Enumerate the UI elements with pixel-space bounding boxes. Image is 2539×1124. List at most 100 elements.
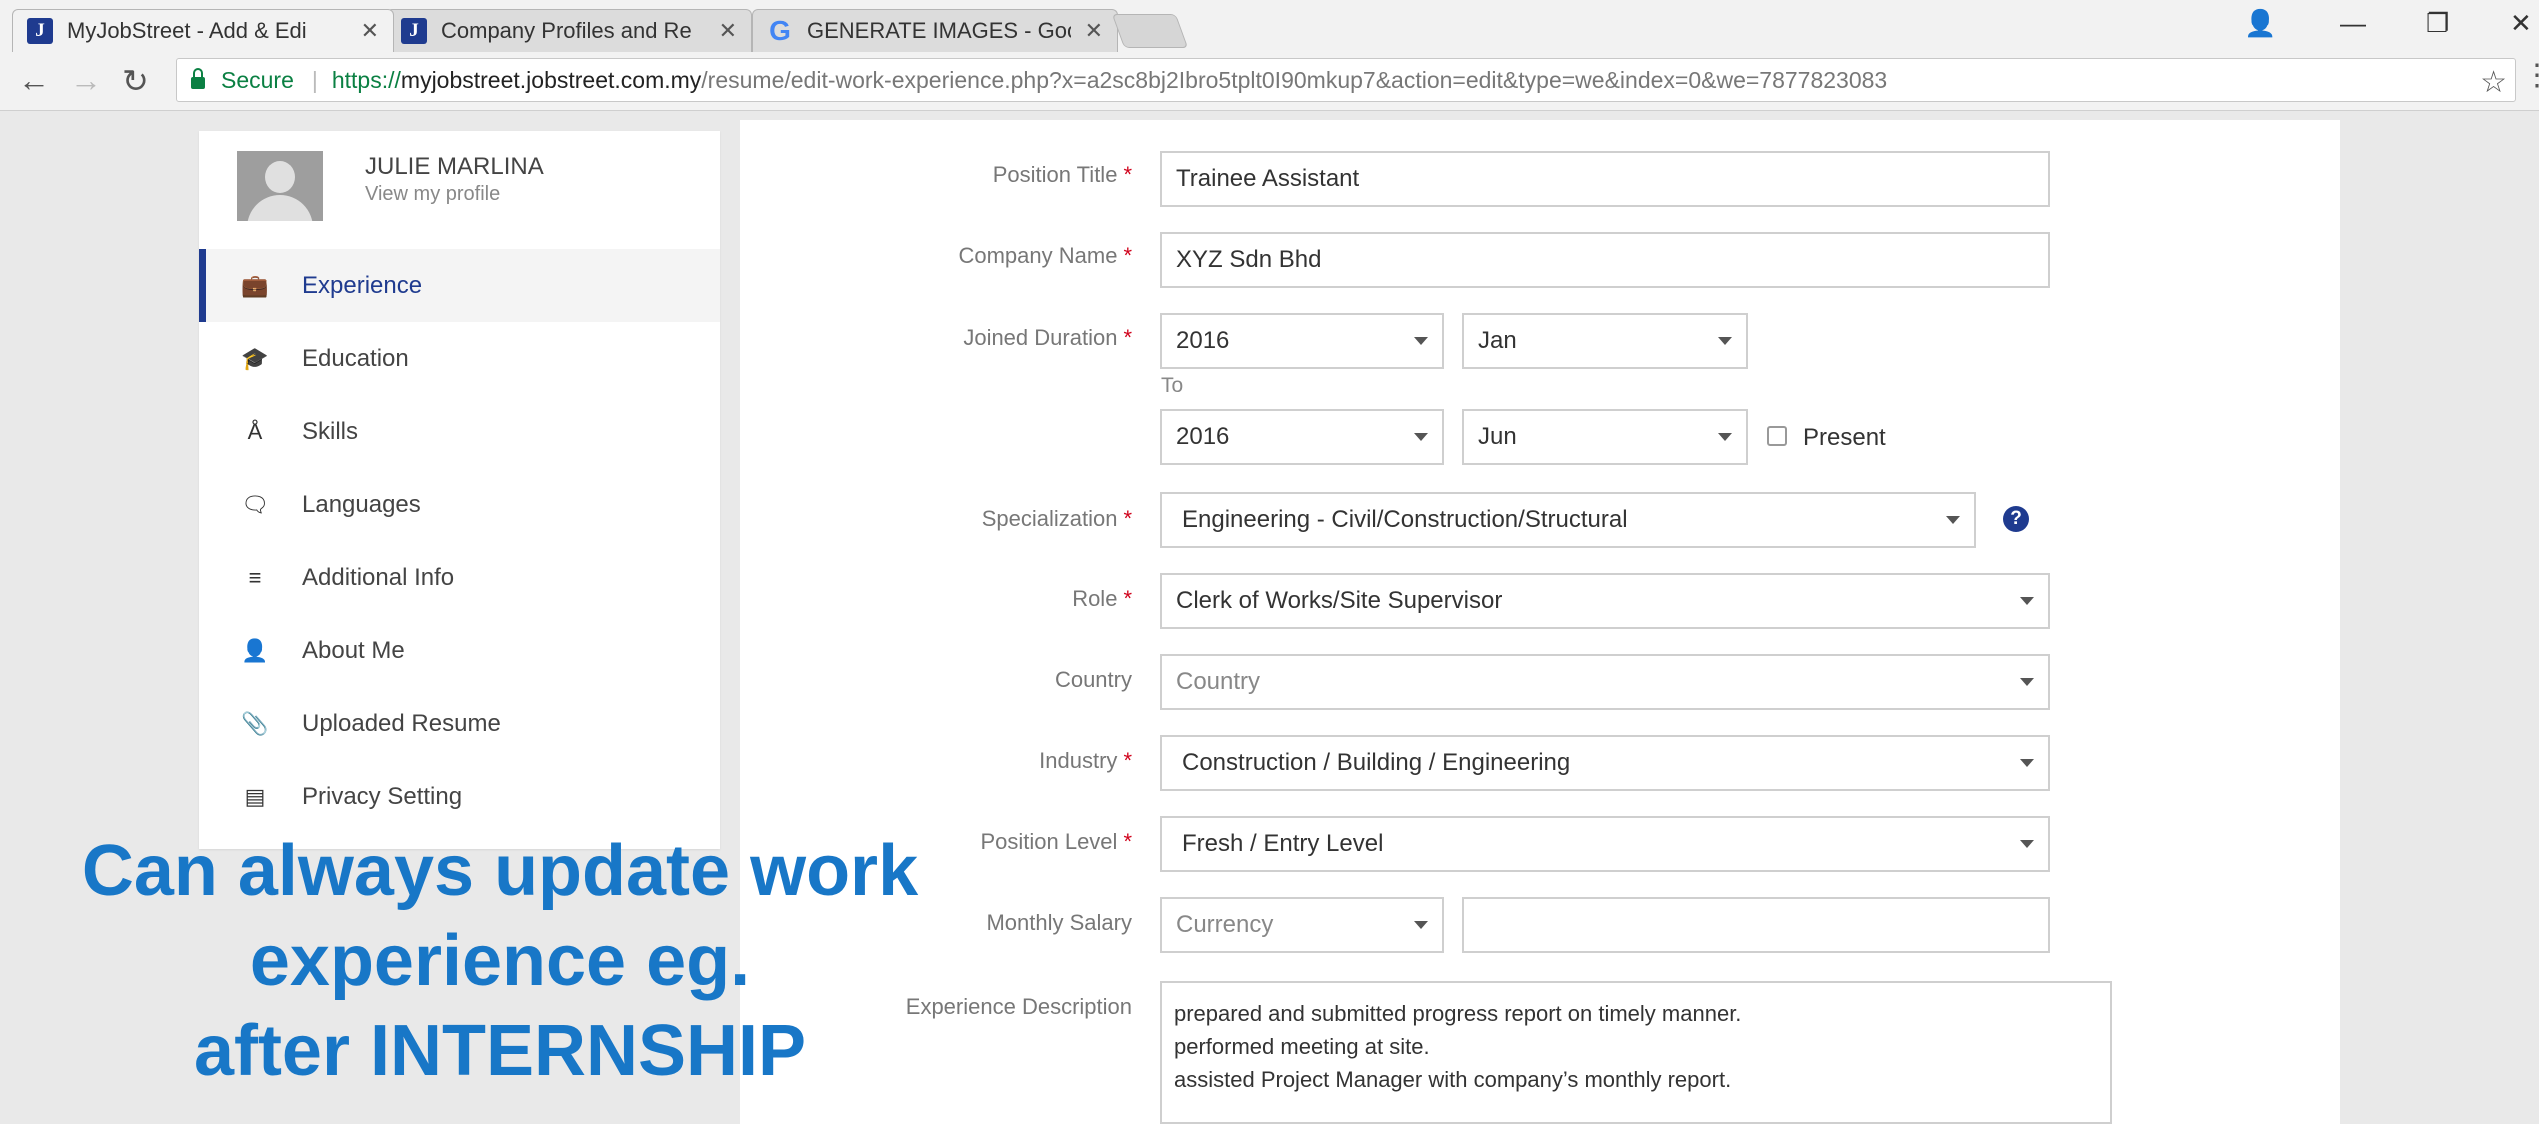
chat-bubbles-icon: 🗨 [241, 491, 269, 517]
annotation-caption: Can always update work experience eg. af… [0, 826, 1000, 1096]
reload-icon[interactable]: ↻ [122, 62, 149, 100]
description-line: prepared and submitted progress report o… [1174, 1001, 1742, 1026]
lock-icon [191, 68, 205, 89]
bookmark-star-icon[interactable]: ☆ [2480, 65, 2507, 100]
address-bar[interactable]: Secure | https://myjobstreet.jobstreet.c… [176, 58, 2516, 102]
company-name-label: Company Name * [958, 243, 1132, 268]
salary-amount-input[interactable] [1462, 897, 2050, 953]
chevron-down-icon [1414, 337, 1428, 345]
tab-label: Company Profiles and Re [441, 18, 692, 43]
experience-description-textarea[interactable]: prepared and submitted progress report o… [1160, 981, 2112, 1124]
jobstreet-favicon-icon: J [401, 18, 427, 44]
chevron-down-icon [1718, 433, 1732, 441]
tab-label: MyJobStreet - Add & Edi [67, 18, 307, 43]
url-scheme: https:// [331, 66, 401, 93]
sidebar-item-label: Skills [302, 417, 359, 445]
sidebar-item-education[interactable]: 🎓 Education [199, 322, 720, 395]
chevron-down-icon [2020, 678, 2034, 686]
sidebar-item-label: Languages [302, 490, 421, 518]
company-name-input[interactable]: XYZ Sdn Bhd [1160, 232, 2050, 288]
country-placeholder: Country [1176, 668, 1261, 695]
caption-line: Can always update work [81, 831, 919, 911]
compass-icon: Å [247, 418, 263, 444]
specialization-select[interactable]: Engineering - Civil/Construction/Structu… [1160, 492, 1976, 548]
sidebar-item-label: Additional Info [302, 563, 455, 591]
google-favicon-icon: G [769, 15, 791, 46]
graduation-cap-icon: 🎓 [241, 345, 269, 371]
chevron-down-icon [2020, 840, 2034, 848]
role-label: Role * [1072, 586, 1132, 611]
position-title-input[interactable]: Trainee Assistant [1160, 151, 2050, 207]
sidebar-item-privacy-setting[interactable]: ▤ Privacy Setting [199, 760, 720, 833]
close-tab-icon[interactable]: ✕ [1085, 18, 1103, 44]
industry-value: Construction / Building / Engineering [1182, 749, 1571, 776]
caption-line: experience eg. [249, 921, 751, 1001]
description-line: assisted Project Manager with company’s … [1174, 1067, 1732, 1092]
from-month-select[interactable]: Jan [1462, 313, 1748, 369]
position-level-value: Fresh / Entry Level [1182, 830, 1384, 857]
position-title-label: Position Title * [992, 162, 1132, 187]
present-label[interactable]: Present [1803, 424, 1886, 452]
to-label: To [1161, 374, 1184, 397]
industry-select[interactable]: Construction / Building / Engineering [1160, 735, 2050, 791]
secure-label: Secure [221, 66, 294, 93]
sidebar-item-label: Experience [302, 271, 423, 299]
back-arrow-icon[interactable]: ← [18, 62, 50, 99]
forward-arrow-icon[interactable]: → [70, 62, 102, 99]
browser-tab-bar: J MyJobStreet - Add & Edi ✕ J Company Pr… [0, 0, 2539, 52]
chevron-down-icon [1414, 433, 1428, 441]
from-month-value: Jan [1478, 327, 1517, 354]
to-year-select[interactable]: 2016 [1160, 409, 1444, 465]
url-path: /resume/edit-work-experience.php?x=a2sc8… [701, 66, 1888, 93]
sidebar-item-label: Uploaded Resume [302, 709, 501, 737]
to-year-value: 2016 [1176, 423, 1230, 450]
avatar[interactable] [237, 151, 323, 221]
sidebar-item-skills[interactable]: Å Skills [199, 395, 720, 468]
chevron-down-icon [1718, 337, 1732, 345]
sidebar-item-label: About Me [302, 636, 405, 664]
industry-label: Industry * [1039, 748, 1132, 773]
currency-select[interactable]: Currency [1160, 897, 1444, 953]
country-label: Country [1054, 667, 1132, 692]
country-select[interactable]: Country [1160, 654, 2050, 710]
close-window-icon[interactable]: ✕ [2510, 8, 2532, 39]
sidebar-nav: 💼 Experience 🎓 Education Å Skills 🗨 Lang… [199, 249, 720, 833]
id-card-icon: ▤ [244, 783, 266, 809]
tab-myjobstreet[interactable]: J MyJobStreet - Add & Edi ✕ [12, 9, 394, 52]
sidebar-item-about-me[interactable]: 👤 About Me [199, 614, 720, 687]
currency-placeholder: Currency [1176, 911, 1274, 938]
sidebar-item-uploaded-resume[interactable]: 📎 Uploaded Resume [199, 687, 720, 760]
chevron-down-icon [1414, 921, 1428, 929]
to-month-select[interactable]: Jun [1462, 409, 1748, 465]
profile-icon[interactable]: 👤 [2244, 8, 2276, 39]
from-year-select[interactable]: 2016 [1160, 313, 1444, 369]
minimize-icon[interactable]: — [2340, 8, 2366, 39]
restore-icon[interactable]: ❐ [2426, 8, 2449, 39]
present-checkbox[interactable] [1767, 426, 1787, 446]
tab-label: GENERATE IMAGES - Goo [807, 18, 1071, 43]
help-icon[interactable]: ? [2003, 506, 2029, 532]
chevron-down-icon [2020, 597, 2034, 605]
jobstreet-favicon-icon: J [27, 18, 53, 44]
tab-company-profiles[interactable]: J Company Profiles and Re ✕ [386, 9, 752, 52]
specialization-value: Engineering - Civil/Construction/Structu… [1182, 506, 1628, 533]
browser-menu-icon[interactable]: ⋮ [2522, 58, 2539, 93]
close-tab-icon[interactable]: ✕ [361, 18, 379, 44]
address-separator: | [311, 66, 318, 93]
sidebar-item-languages[interactable]: 🗨 Languages [199, 468, 720, 541]
chevron-down-icon [1946, 516, 1960, 524]
sidebar-item-experience[interactable]: 💼 Experience [199, 249, 720, 322]
specialization-label: Specialization * [981, 506, 1132, 531]
caption-line: after INTERNSHIP [193, 1011, 807, 1091]
sidebar-item-additional-info[interactable]: ≡ Additional Info [199, 541, 720, 614]
role-select[interactable]: Clerk of Works/Site Supervisor [1160, 573, 2050, 629]
close-tab-icon[interactable]: ✕ [719, 18, 737, 44]
new-tab-button[interactable] [1111, 14, 1189, 48]
position-level-select[interactable]: Fresh / Entry Level [1160, 816, 2050, 872]
description-line: performed meeting at site. [1174, 1034, 1430, 1059]
view-profile-link[interactable]: View my profile [365, 183, 500, 206]
tab-generate-images[interactable]: G GENERATE IMAGES - Goo ✕ [752, 9, 1118, 52]
url-host: myjobstreet.jobstreet.com.my [400, 66, 702, 93]
sidebar-item-label: Privacy Setting [302, 782, 463, 810]
role-value: Clerk of Works/Site Supervisor [1176, 587, 1503, 614]
